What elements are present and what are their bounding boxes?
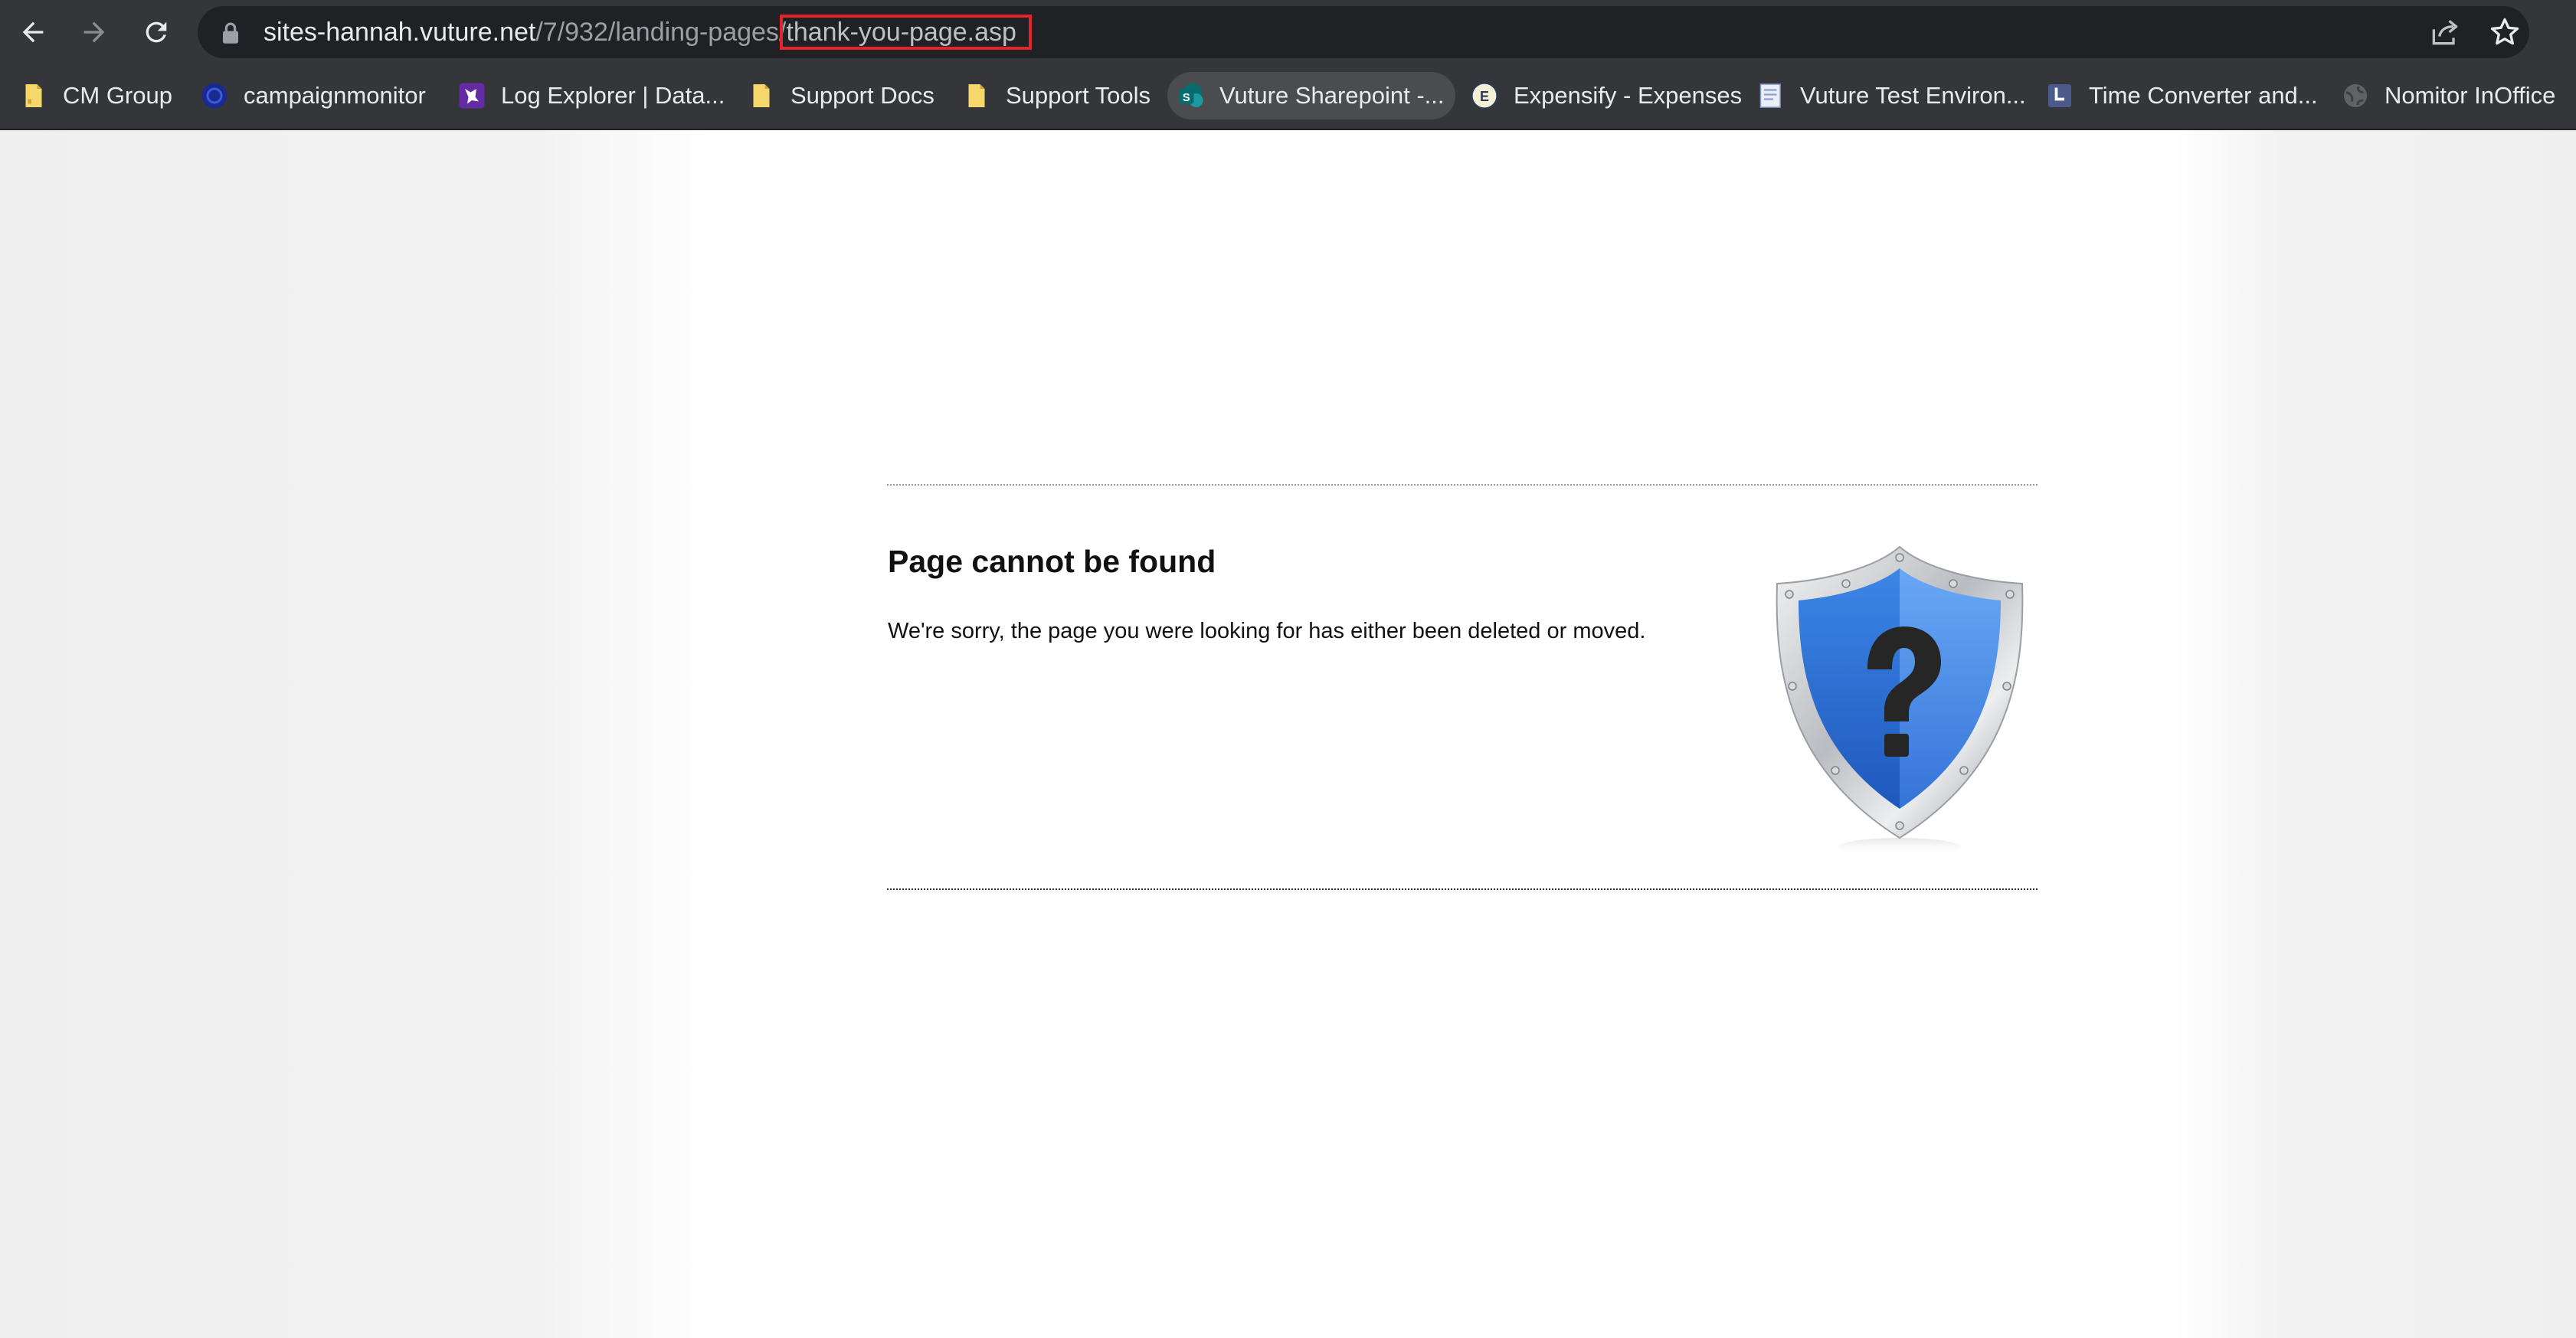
bookmark-label: campaignmonitor	[244, 82, 426, 109]
back-button[interactable]	[11, 11, 54, 54]
back-arrow-icon	[22, 21, 44, 43]
bookmark-vuture-sharepoint[interactable]: S Vuture Sharepoint -...	[1167, 72, 1455, 119]
folder-icon	[753, 84, 770, 107]
star-icon[interactable]	[2488, 15, 2522, 49]
bookmarks-bar: CM Group campaignmonitor Log Explorer | …	[0, 64, 2576, 130]
bottom-divider	[887, 888, 2038, 890]
globe-icon	[2344, 84, 2367, 107]
lock-icon[interactable]	[221, 21, 241, 44]
url-text[interactable]: sites-hannah.vuture.net/7/932/landing-pa…	[263, 6, 1016, 58]
forward-arrow-icon	[83, 21, 105, 43]
campaignmonitor-icon	[201, 83, 227, 109]
sharepoint-icon: S	[1179, 83, 1203, 107]
svg-text:S: S	[1183, 91, 1190, 104]
bookmark-label: CM Group	[63, 82, 172, 109]
url-path: /7/932/landing-pages/	[535, 18, 787, 47]
bookmark-time-converter[interactable]: Time Converter and...	[2046, 72, 2318, 119]
clock-icon	[2048, 84, 2071, 107]
bookmark-nomitor[interactable]: Nomitor InOffice	[2342, 72, 2555, 119]
bookmark-expensify[interactable]: E Expensify - Expenses	[1471, 72, 1742, 119]
reload-button[interactable]	[135, 11, 178, 54]
document-icon	[1759, 83, 1781, 108]
reload-icon	[146, 21, 167, 43]
forward-button[interactable]	[73, 11, 116, 54]
url-highlighted-segment: thank-you-page.asp	[786, 18, 1016, 47]
svg-text:E: E	[1480, 89, 1489, 104]
expensify-icon: E	[1471, 82, 1498, 110]
datadog-icon	[459, 83, 485, 109]
bookmark-campaignmonitor[interactable]: campaignmonitor	[201, 72, 426, 119]
url-host: sites-hannah.vuture.net	[263, 18, 536, 47]
bookmark-label: Support Docs	[790, 82, 934, 109]
bookmark-cm-group[interactable]: CM Group	[20, 72, 172, 119]
browser-toolbar: sites-hannah.vuture.net/7/932/landing-pa…	[0, 0, 2576, 64]
bookmark-label: Nomitor InOffice	[2385, 82, 2556, 109]
address-bar[interactable]: sites-hannah.vuture.net/7/932/landing-pa…	[198, 6, 2529, 58]
bookmark-vuture-test[interactable]: Vuture Test Environ...	[1757, 72, 2026, 119]
error-message: We're sorry, the page you were looking f…	[888, 619, 1646, 643]
page-title: Page cannot be found	[888, 544, 1216, 579]
bookmark-label: Time Converter and...	[2089, 82, 2318, 109]
bookmark-support-tools[interactable]: Support Tools	[963, 72, 1151, 119]
bookmark-label: Support Tools	[1006, 82, 1151, 109]
folder-icon	[25, 84, 42, 107]
bookmark-label: Vuture Sharepoint -...	[1219, 82, 1445, 109]
bookmark-label: Expensify - Expenses	[1514, 82, 1743, 109]
top-divider	[887, 484, 2038, 486]
share-icon[interactable]	[2428, 15, 2462, 49]
bookmark-label: Vuture Test Environ...	[1800, 82, 2026, 109]
bookmark-label: Log Explorer | Data...	[501, 82, 725, 109]
bookmark-support-docs[interactable]: Support Docs	[748, 72, 934, 119]
shield-question-icon	[1776, 545, 2024, 856]
folder-icon	[968, 84, 985, 107]
page-viewport: Page cannot be found We're sorry, the pa…	[0, 130, 2576, 1338]
bookmark-log-explorer[interactable]: Log Explorer | Data...	[458, 72, 725, 119]
